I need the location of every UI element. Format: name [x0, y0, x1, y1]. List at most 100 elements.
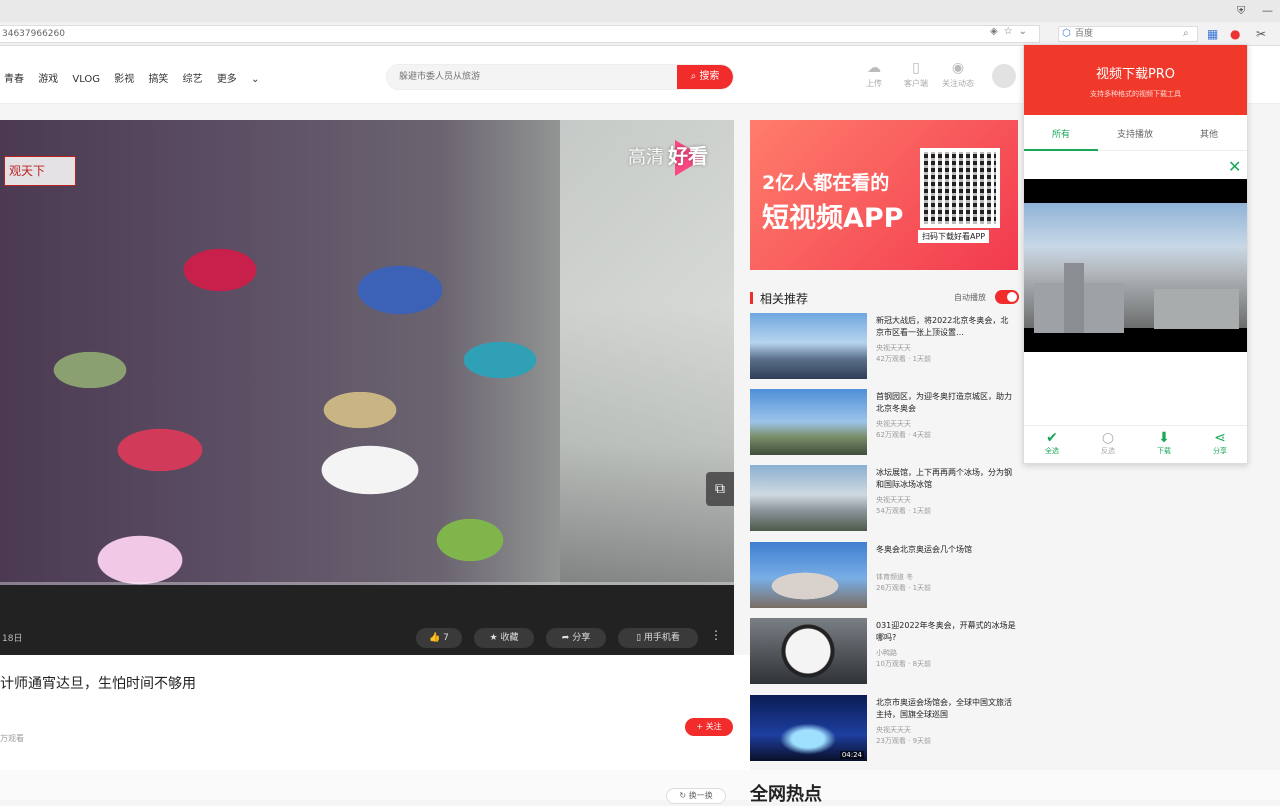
item-source: 央视天天天 — [876, 496, 911, 504]
nav-item[interactable]: 青春 — [4, 74, 24, 85]
tab-playable[interactable]: 支持播放 — [1098, 127, 1172, 140]
nav-item[interactable]: 游戏 — [38, 74, 58, 85]
video-title: 计师通宵达旦，生怕时间不够用 — [0, 676, 196, 692]
qr-code — [920, 148, 1000, 228]
phone-icon: ▯ — [912, 60, 920, 76]
channel-badge: 观天下 — [4, 156, 76, 186]
tab-all[interactable]: 所有 — [1024, 127, 1098, 140]
avatar[interactable] — [992, 64, 1016, 88]
preview-building — [1154, 289, 1239, 329]
thumb-up-icon: 👍 — [429, 633, 441, 643]
shield-icon[interactable]: ⛨ — [1237, 4, 1245, 18]
close-icon[interactable]: ✕ — [1228, 157, 1241, 176]
detected-video-preview[interactable] — [1024, 179, 1247, 352]
chevron-down-icon[interactable]: ⌄ — [1019, 26, 1033, 37]
extension-icon[interactable]: ● — [1230, 27, 1240, 41]
favorite-label: 收藏 — [500, 633, 519, 643]
item-source: 央视天天天 — [876, 420, 911, 428]
video-info: 计师通宵达旦，生怕时间不够用 万观看 + 关注 — [0, 655, 750, 770]
pip-button[interactable]: ⧉ — [706, 472, 734, 506]
like-button[interactable]: 👍 7 — [416, 628, 462, 648]
browser-search-input[interactable]: 百度 — [1058, 26, 1198, 42]
popup-share-label: 分享 — [1213, 447, 1227, 455]
video-player[interactable]: 观天下 高清好看 ⧉ 倍速 高清 ◁ ⚙ ▣ ⤢ ⛶ — [0, 120, 734, 585]
refresh-icon: ↻ — [679, 791, 687, 800]
client-button[interactable]: ▯ 客户端 — [896, 60, 936, 89]
refresh-button[interactable]: ↻ 换一换 — [666, 788, 726, 804]
address-actions: ◈☆⌄ — [990, 26, 1033, 37]
item-title: 新冠大战后，将2022北京冬奥会，北京市区看一张上顶设置… — [876, 316, 1009, 337]
select-all-button[interactable]: ✔ 全选 — [1032, 430, 1072, 456]
search-button[interactable]: ⌕ 搜索 — [677, 65, 733, 89]
minimize-icon[interactable]: — — [1262, 4, 1273, 17]
circle-icon: ○ — [1101, 430, 1115, 446]
address-bar[interactable]: 34637966260 — [0, 25, 1040, 43]
nav-more[interactable]: 更多 ⌄ — [217, 74, 271, 85]
upload-icon: ☁ — [867, 60, 881, 76]
nav-item[interactable]: 影视 — [114, 74, 134, 85]
autoplay-label: 自动播放 — [954, 293, 986, 302]
invert-select-button[interactable]: ○ 反选 — [1088, 430, 1128, 456]
favorite-button[interactable]: ★ 收藏 — [474, 628, 534, 648]
popup-tabs: 所有 支持播放 其他 — [1024, 119, 1247, 151]
more-icon[interactable]: ⋮ — [710, 628, 722, 642]
item-title: 031迎2022年冬奥会，开幕式的冰场是哪吗? — [876, 621, 1016, 642]
upload-button[interactable]: ☁ 上传 — [854, 60, 894, 89]
download-icon: ⬇ — [1158, 430, 1170, 446]
browser-titlebar: ⛨ — — [0, 0, 1280, 22]
download-button[interactable]: ⬇ 下载 — [1144, 430, 1184, 456]
item-meta: 央视天天天 62万观看 · 4天前 — [876, 419, 931, 441]
item-meta: 小鸭路 10万观看 · 8天前 — [876, 648, 931, 670]
list-item[interactable]: 冰坛展馆，上下再再两个冰场，分为钢和国际冰场冰馆 央视天天天 54万观看 · 1天… — [750, 465, 1018, 531]
search-input[interactable] — [387, 65, 677, 89]
view-count: 万观看 — [0, 734, 24, 743]
follow-feed-button[interactable]: ◉ 关注动态 — [938, 60, 978, 89]
video-action-bar: 18日 👍 7 ★ 收藏 ➦ 分享 ▯ 用手机看 ⋮ — [0, 585, 734, 655]
item-source: 小鸭路 — [876, 649, 897, 657]
item-meta: 央视天天天 23万观看 · 9天前 — [876, 725, 931, 747]
nav-menu: 青春 游戏 VLOG 影视 搞笑 综艺 更多 ⌄ — [4, 70, 281, 85]
popup-share-button[interactable]: ⋖ 分享 — [1200, 430, 1240, 456]
hot-topics-title: 全网热点 — [750, 784, 822, 805]
follow-button[interactable]: + 关注 — [685, 718, 733, 736]
item-stats: 42万观看 · 1天前 — [876, 355, 932, 363]
item-title: 北京市奥运会场馆会，全球中国文旅活主持，国旗全球巡国 — [876, 698, 1012, 719]
watch-on-phone-button[interactable]: ▯ 用手机看 — [618, 628, 698, 648]
publish-date: 18日 — [2, 634, 23, 644]
list-item[interactable]: 首钢园区，为迎冬奥打造京城区，助力北京冬奥会 央视天天天 62万观看 · 4天前 — [750, 389, 1018, 455]
nav-item[interactable]: VLOG — [72, 74, 100, 85]
item-stats: 54万观看 · 1天前 — [876, 507, 932, 515]
related-header: 相关推荐 自动播放 — [750, 289, 1019, 307]
star-icon[interactable]: ☆ — [1004, 26, 1019, 37]
nav-item[interactable]: 综艺 — [183, 74, 203, 85]
star-icon: ★ — [489, 633, 498, 643]
video-watermark: 高清 好看 — [628, 140, 708, 169]
search-button-label: 搜索 — [699, 71, 720, 82]
app-ad-banner[interactable]: 2亿人都在看的 短视频APP 扫码下载好看APP — [750, 120, 1018, 270]
broadcast-icon: ◉ — [951, 60, 965, 76]
list-item[interactable]: 冬奥会北京奥运会几个场馆 体育频道 冬 26万观看 · 1天前 — [750, 542, 1018, 608]
tab-other[interactable]: 其他 — [1172, 127, 1246, 140]
tab-indicator — [1024, 149, 1098, 151]
client-label: 客户端 — [904, 79, 928, 88]
video-downloader-popup: 视频下载PRO 支持多种格式的视频下载工具 所有 支持播放 其他 ✕ ✔ 全选 ○… — [1023, 44, 1248, 464]
list-item[interactable]: 031迎2022年冬奥会，开幕式的冰场是哪吗? 小鸭路 10万观看 · 8天前 — [750, 618, 1018, 684]
select-all-label: 全选 — [1045, 447, 1059, 455]
tools-icon[interactable]: ✂ — [1256, 27, 1266, 41]
item-meta: 央视天天天 42万观看 · 1天前 — [876, 343, 931, 365]
preview-tower — [1064, 263, 1084, 333]
baidu-icon: ⬡ — [1062, 28, 1071, 39]
search-icon[interactable]: ⌕ — [1183, 27, 1189, 41]
autoplay-toggle[interactable] — [995, 290, 1019, 304]
item-meta: 央视天天天 54万观看 · 1天前 — [876, 495, 931, 517]
apps-icon[interactable]: ▦ — [1207, 27, 1218, 41]
share-button[interactable]: ➦ 分享 — [546, 628, 606, 648]
list-item[interactable]: 北京市奥运会场馆会，全球中国文旅活主持，国旗全球巡国 央视天天天 23万观看 · … — [750, 695, 1018, 761]
pin-icon[interactable]: ◈ — [990, 26, 1004, 37]
preview-frame — [1024, 203, 1247, 333]
list-item[interactable]: 新冠大战后，将2022北京冬奥会，北京市区看一张上顶设置… 央视天天天 42万观看… — [750, 313, 1018, 379]
watermark-hd: 高清 — [628, 147, 664, 168]
nav-item[interactable]: 搞笑 — [148, 74, 168, 85]
ad-caption: 扫码下载好看APP — [918, 230, 990, 243]
site-search: ⌕ 搜索 — [386, 64, 734, 90]
